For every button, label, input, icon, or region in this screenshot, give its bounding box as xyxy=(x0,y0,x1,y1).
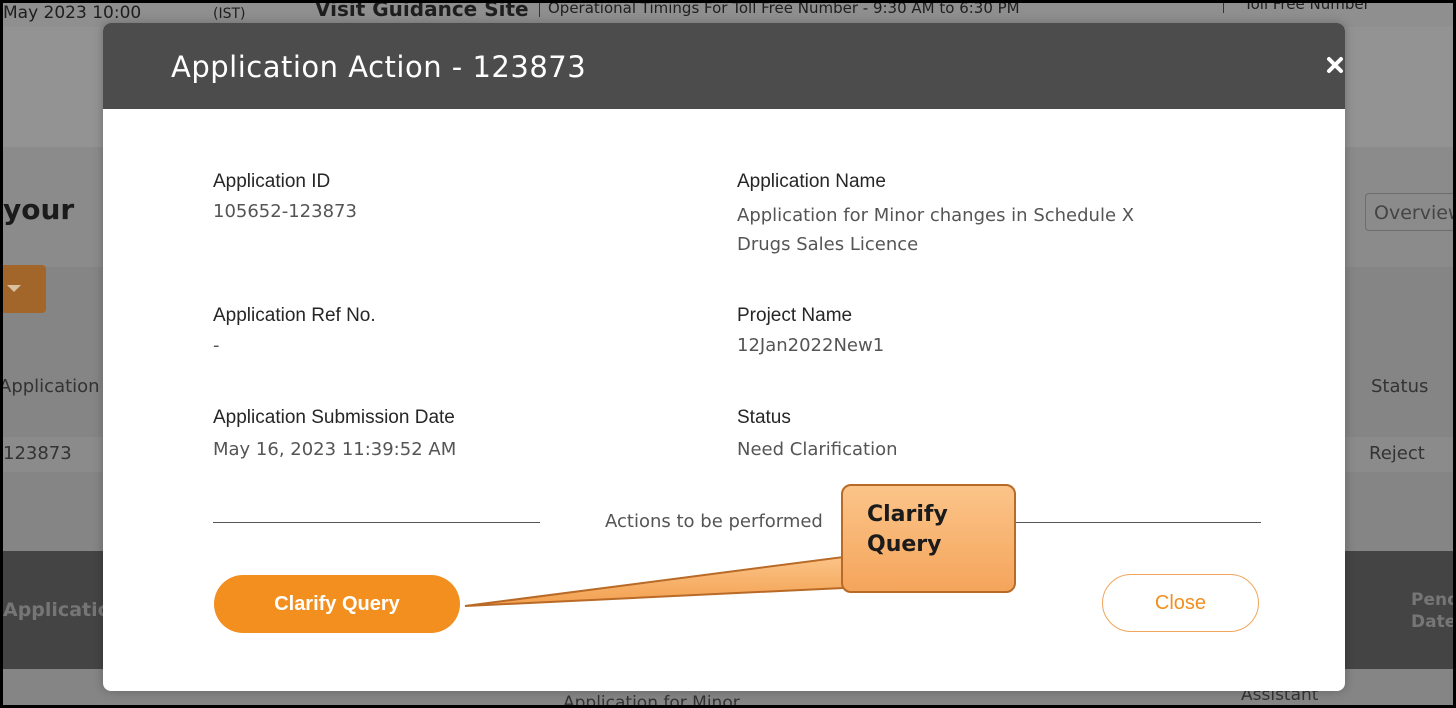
bg-dropdown-button[interactable] xyxy=(3,265,46,313)
callout-line1: Clarify xyxy=(867,502,948,527)
bg-row-name: Application for Minor xyxy=(563,693,740,708)
bg-overview-tab[interactable]: Overview xyxy=(1365,193,1453,231)
guidance-link[interactable]: Visit Guidance Site xyxy=(315,3,529,21)
divider-left xyxy=(213,522,540,523)
close-button[interactable]: Close xyxy=(1102,574,1259,632)
bg-col-status: Status xyxy=(1371,376,1429,397)
bg-heading: your xyxy=(3,193,75,226)
bg-col-application: Application xyxy=(0,376,100,397)
project-name-label: Project Name xyxy=(737,305,853,326)
actions-heading: Actions to be performed xyxy=(605,511,823,532)
toll-free-number: Toll Free Number xyxy=(1223,3,1370,13)
bg-row-status: Reject xyxy=(1369,443,1425,464)
close-x-icon[interactable] xyxy=(1321,51,1345,79)
callout-text: Clarify Query xyxy=(867,500,948,560)
application-name-label: Application Name xyxy=(737,171,886,192)
submission-date-value: May 16, 2023 11:39:52 AM xyxy=(213,439,457,460)
submission-date-label: Application Submission Date xyxy=(213,407,455,428)
application-id-label: Application ID xyxy=(213,171,331,192)
operational-timings: Operational Timings For Toll Free Number… xyxy=(539,3,1020,17)
modal-header: Application Action - 123873 xyxy=(103,23,1345,109)
status-value: Need Clarification xyxy=(737,439,898,460)
bg-th-pending: Pending Date xyxy=(1411,590,1456,632)
project-name-value: 12Jan2022New1 xyxy=(737,335,885,356)
screenshot-frame: May 2023 10:00 (IST) Visit Guidance Site… xyxy=(0,0,1456,708)
callout-line2: Query xyxy=(867,532,942,557)
bg-row-id: 123873 xyxy=(3,443,72,464)
application-action-modal: Application Action - 123873 Application … xyxy=(103,23,1345,691)
top-timezone: (IST) xyxy=(213,6,246,22)
application-ref-label: Application Ref No. xyxy=(213,305,376,326)
application-name-line1: Application for Minor changes in Schedul… xyxy=(737,205,1135,226)
modal-title: Application Action - 123873 xyxy=(171,50,587,84)
top-date: May 2023 10:00 xyxy=(3,3,142,23)
status-label: Status xyxy=(737,407,791,428)
clarify-query-button[interactable]: Clarify Query xyxy=(214,575,460,633)
application-name-line2: Drugs Sales Licence xyxy=(737,234,919,255)
application-id-value: 105652-123873 xyxy=(213,201,357,222)
application-ref-value: - xyxy=(213,335,220,356)
